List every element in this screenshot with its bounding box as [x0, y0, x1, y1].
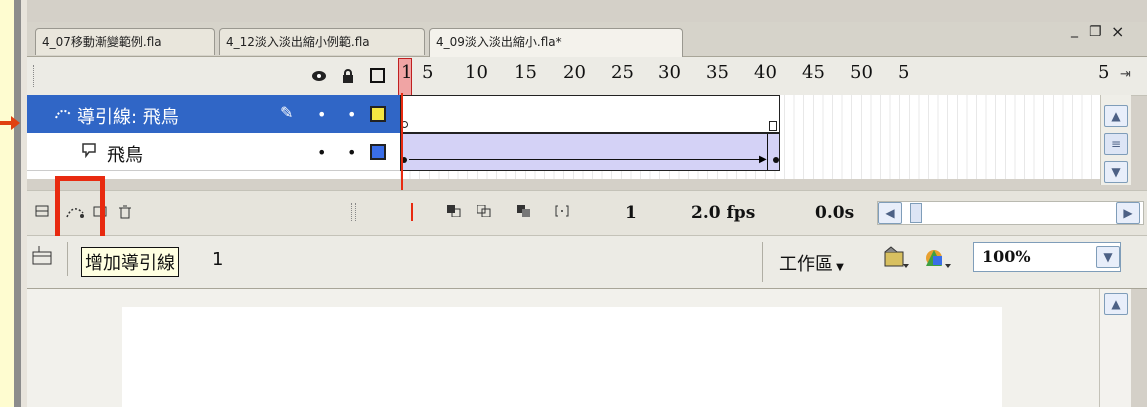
layers-list: 導引線: 飛鳥 ✎ • • 飛鳥 • • — [27, 95, 400, 179]
tab-document-3[interactable]: 4_09淡入淡出縮小.fla* — [429, 28, 683, 57]
pointer-arrow-icon — [0, 115, 20, 130]
end-divider — [767, 134, 768, 170]
guide-layer-icon — [55, 105, 71, 124]
scroll-up-button[interactable]: ▲ — [1104, 105, 1128, 127]
scroll-down-button[interactable]: ▼ — [1104, 161, 1128, 183]
eye-icon[interactable] — [311, 68, 326, 82]
dropdown-arrow-icon: ▼ — [833, 262, 844, 273]
timeline-header: 1 5 10 15 20 25 30 35 40 45 50 5 5 ⇥ — [27, 57, 1147, 96]
layer-row-bird[interactable]: 飛鳥 • • — [27, 133, 400, 171]
tab-document-1[interactable]: 4_07移動漸變範例.fla — [35, 28, 215, 55]
scroll-thumb[interactable]: ≡ — [1104, 133, 1128, 155]
close-button[interactable]: × — [1111, 22, 1124, 41]
ruler-mark: 50 — [850, 62, 873, 83]
scene-label: 1 — [212, 249, 224, 270]
edit-bar: 增加導引線 1 工作區 ▼ 100% ▼ — [27, 236, 1147, 289]
ruler-mark: 10 — [465, 62, 488, 83]
elapsed-time-display: 0.0s — [815, 203, 855, 223]
minimize-button[interactable]: _ — [1071, 22, 1078, 38]
layer-row-guide[interactable]: 導引線: 飛鳥 ✎ • • — [27, 95, 400, 133]
ruler-mark: 20 — [563, 62, 586, 83]
scroll-left-button[interactable]: ◀ — [878, 202, 902, 224]
playhead-line — [401, 93, 403, 193]
separator — [762, 242, 763, 282]
onion-skin-icon[interactable] — [447, 205, 461, 221]
tab-label: 4_07移動漸變範例.fla — [42, 35, 162, 49]
tab-document-2[interactable]: 4_12淡入淡出縮小例範.fla — [219, 28, 425, 55]
tooltip: 增加導引線 — [81, 247, 179, 277]
trash-icon[interactable] — [119, 205, 131, 223]
bird-tween-span[interactable]: ▶ — [400, 133, 780, 171]
ruler-current-frame: 1 — [401, 62, 413, 83]
separator — [67, 242, 68, 276]
ruler-mark: 45 — [802, 62, 825, 83]
ruler-mark: 5 — [422, 62, 434, 83]
frame-rate-display[interactable]: 2.0 fps — [691, 203, 755, 223]
timeline-frames[interactable]: ▶ — [400, 93, 1100, 193]
panel-menu-icon[interactable]: ⇥ — [1120, 67, 1131, 82]
lock-dot[interactable]: • — [347, 105, 356, 124]
ruler-mark: 40 — [754, 62, 777, 83]
drag-grip[interactable] — [33, 65, 37, 87]
ruler-mark: 15 — [514, 62, 537, 83]
document-tabs: 4_07移動漸變範例.fla 4_12淡入淡出縮小例範.fla 4_09淡入淡出… — [27, 22, 1147, 57]
ruler-mark: 5 — [898, 62, 910, 83]
edit-scene-icon[interactable] — [883, 246, 909, 274]
edit-multiple-frames-icon[interactable] — [517, 205, 531, 221]
edit-symbols-icon[interactable] — [923, 246, 953, 274]
timeline-toolbar: 1 2.0 fps 0.0s ◀ ▶ — [27, 190, 1147, 236]
modify-onion-markers-icon[interactable] — [555, 205, 569, 221]
ruler-mark: 30 — [658, 62, 681, 83]
outline-icon[interactable] — [370, 68, 385, 83]
onion-skin-outlines-icon[interactable] — [476, 204, 491, 221]
zoom-dropdown-button[interactable]: ▼ — [1096, 246, 1120, 268]
center-frame-icon[interactable] — [411, 203, 413, 221]
stage-vertical-scrollbar[interactable]: ▲ — [1099, 289, 1131, 407]
layer-color-box[interactable] — [370, 106, 386, 122]
tab-label: 4_12淡入淡出縮小例範.fla — [226, 35, 370, 49]
visibility-dot[interactable]: • — [317, 105, 326, 124]
visibility-dot[interactable]: • — [317, 143, 326, 162]
workspace-label: 工作區 — [779, 254, 833, 275]
layer-name: 飛鳥 — [107, 145, 143, 166]
scroll-right-button[interactable]: ▶ — [1116, 202, 1140, 224]
zoom-value: 100% — [982, 247, 1031, 266]
tween-arrow-head: ▶ — [759, 154, 767, 165]
timeline-vertical-scrollbar[interactable]: ▲ ≡ ▼ — [1100, 95, 1131, 185]
guide-frames-span[interactable] — [400, 95, 780, 133]
layer-icon — [81, 142, 97, 162]
timeline-toggle-icon[interactable] — [31, 246, 53, 272]
left-panel-edge — [14, 0, 21, 407]
tween-arrow — [409, 159, 765, 160]
scroll-thumb[interactable] — [910, 203, 922, 223]
stage-canvas[interactable] — [122, 307, 1002, 407]
scroll-up-button[interactable]: ▲ — [1104, 293, 1128, 315]
tab-label: 4_09淡入淡出縮小.fla* — [436, 35, 562, 49]
keyframe-end — [773, 157, 779, 163]
zoom-select[interactable]: 100% ▼ — [973, 242, 1121, 272]
layer-color-box[interactable] — [370, 144, 386, 160]
frame-ruler[interactable]: 1 5 10 15 20 25 30 35 40 45 50 5 5 ⇥ — [398, 57, 1147, 96]
ruler-mark: 35 — [706, 62, 729, 83]
layer-name: 導引線: 飛鳥 — [77, 107, 179, 128]
ruler-mark-clipped: 5 — [1098, 62, 1110, 83]
insert-layer-icon[interactable] — [35, 205, 49, 221]
timeline-horizontal-scrollbar[interactable]: ◀ ▶ — [877, 201, 1144, 225]
lock-icon[interactable] — [341, 68, 355, 83]
pencil-icon: ✎ — [280, 103, 294, 122]
lock-dot[interactable]: • — [347, 143, 356, 162]
separator — [351, 203, 356, 221]
workspace-menu[interactable]: 工作區 ▼ — [779, 250, 844, 276]
current-frame-display: 1 — [625, 203, 637, 223]
end-frame-marker — [769, 121, 777, 131]
ruler-mark: 25 — [611, 62, 634, 83]
restore-button[interactable]: ❐ — [1089, 24, 1102, 40]
